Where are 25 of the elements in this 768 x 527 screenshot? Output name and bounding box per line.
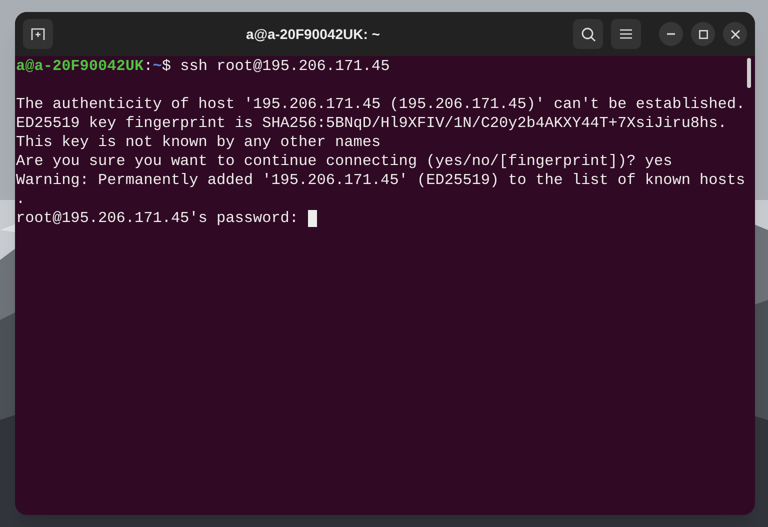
- search-button[interactable]: [573, 19, 603, 49]
- output-line: This key is not known by any other names: [16, 133, 382, 152]
- prompt-separator: :: [144, 57, 153, 76]
- scrollbar: [747, 58, 751, 88]
- new-tab-icon: [31, 27, 45, 41]
- prompt-user-host: a@a-20F90042UK: [16, 57, 144, 76]
- output-line: .: [16, 190, 26, 209]
- minimize-button[interactable]: [659, 22, 683, 46]
- new-tab-button[interactable]: [23, 19, 53, 49]
- window-title: a@a-20F90042UK: ~: [245, 24, 381, 44]
- maximize-button[interactable]: [691, 22, 715, 46]
- minimize-icon: [667, 33, 675, 35]
- output-line: The authenticity of host '195.206.171.45 (195.206.171.45)' can't be established.: [16, 95, 746, 114]
- maximize-icon: [698, 30, 708, 38]
- prompt-path: ~: [152, 57, 162, 76]
- close-button[interactable]: [723, 22, 747, 46]
- menu-button[interactable]: [611, 19, 641, 49]
- search-icon: [580, 26, 596, 42]
- menu-icon: [620, 29, 632, 39]
- output-line: Warning: Permanently added '195.206.171.45' (ED25519) to the list of known hosts: [16, 171, 746, 190]
- close-icon: [730, 30, 740, 38]
- command-text: $ ssh root@195.206.171.45: [162, 57, 390, 76]
- password-prompt: root@195.206.171.45's password:: [16, 209, 300, 228]
- output-line: Are you sure you want to continue connecting (yes/no/[fingerprint])? yes: [16, 152, 674, 171]
- output-line: ED25519 key fingerprint is SHA256:5BNqD/Hl9XFIV/1N/C20y2b4AKXY44T+7XsiJiru8hs.: [16, 114, 728, 133]
